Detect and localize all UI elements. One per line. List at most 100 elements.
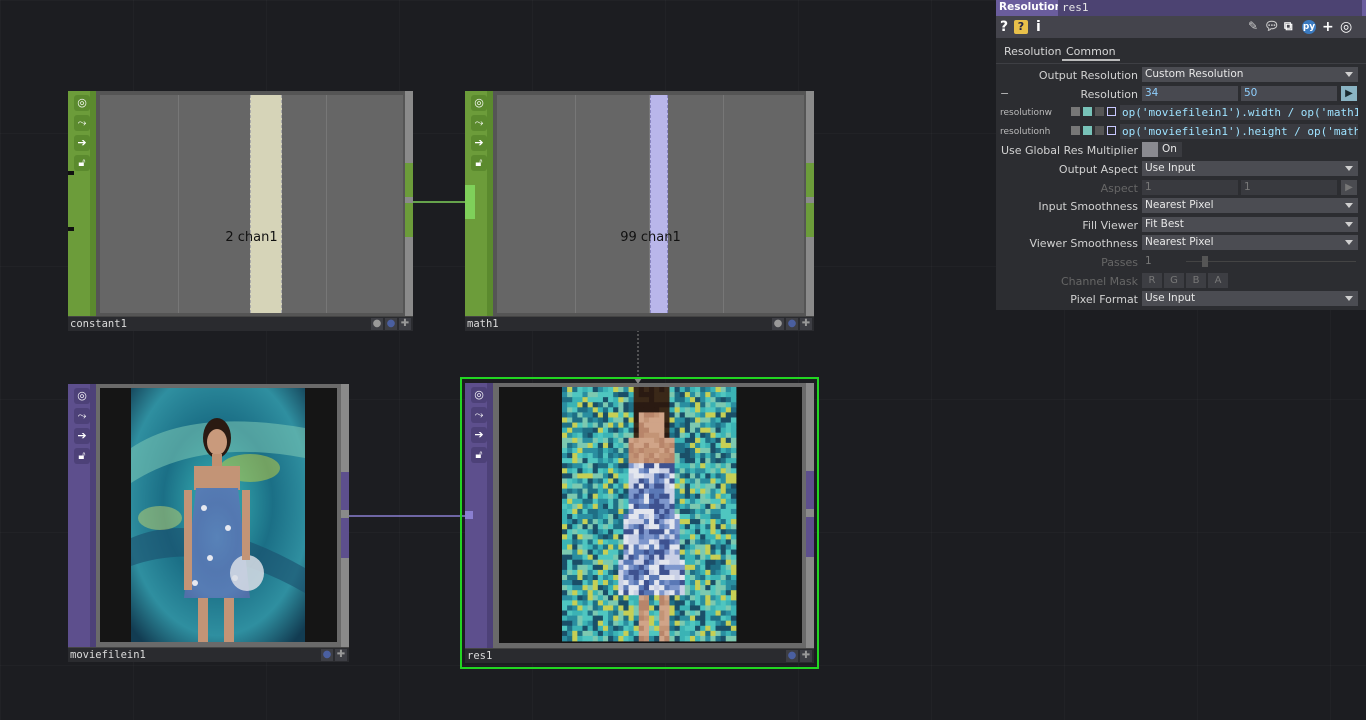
- operator-name-field[interactable]: res1: [1058, 0, 1362, 16]
- pixel-format-dropdown[interactable]: Use Input: [1142, 291, 1358, 306]
- mode-icon[interactable]: [1107, 107, 1116, 116]
- expand-icon[interactable]: ✚: [800, 650, 812, 662]
- viewer-smoothness-dropdown[interactable]: Nearest Pixel: [1142, 235, 1358, 250]
- viewer-active-icon[interactable]: ●: [786, 318, 798, 330]
- play-icon[interactable]: ▶: [1341, 180, 1357, 195]
- aspect-1-field[interactable]: 1: [1142, 180, 1238, 195]
- node-name[interactable]: math1: [467, 317, 499, 331]
- mask-r-button[interactable]: R: [1142, 273, 1162, 288]
- param-pixel-format: Pixel Format Use Input: [996, 290, 1366, 308]
- output-connector[interactable]: [806, 471, 814, 509]
- mask-b-button[interactable]: B: [1186, 273, 1206, 288]
- mode-icon[interactable]: [1083, 107, 1092, 116]
- mode-icon[interactable]: [1083, 126, 1092, 135]
- mode-icon[interactable]: [1095, 126, 1104, 135]
- param-global-res: Use Global Res Multiplier On: [996, 141, 1366, 159]
- output-connector[interactable]: [806, 203, 814, 237]
- viewer-toggle-icon[interactable]: ◎: [74, 388, 90, 404]
- collapse-icon[interactable]: −: [1000, 87, 1009, 100]
- viewer-toggle-icon[interactable]: ◎: [471, 95, 487, 111]
- python-icon[interactable]: py: [1302, 20, 1316, 34]
- param-resolutionh: resolutionh op('moviefilein1').height / …: [1000, 124, 1358, 139]
- cook-icon[interactable]: ●: [371, 318, 383, 330]
- output-connector[interactable]: [341, 518, 349, 558]
- comment-icon[interactable]: 💬︎: [1264, 19, 1279, 33]
- display-flag-icon[interactable]: ➔: [74, 428, 90, 444]
- display-flag-icon[interactable]: ➔: [471, 427, 487, 443]
- node-constant1[interactable]: ◎ ⤳ ➔ 🔓︎ 2 chan1 constant1 ● ● ✚: [68, 91, 413, 331]
- lock-icon[interactable]: 🔓︎: [471, 447, 487, 463]
- viewer-active-icon[interactable]: ●: [321, 649, 333, 661]
- node-res1[interactable]: ◎ ⤳ ➔ 🔓︎ res1 ● ✚: [460, 377, 819, 669]
- mode-icon[interactable]: [1071, 107, 1080, 116]
- help-icon[interactable]: ?: [1000, 19, 1008, 35]
- add-icon[interactable]: +: [1322, 19, 1334, 35]
- node-math1[interactable]: ◎ ⤳ ➔ 🔓︎ 99 chan1 math1 ● ● ✚: [465, 91, 814, 331]
- output-aspect-dropdown[interactable]: Use Input: [1142, 161, 1358, 176]
- passes-field[interactable]: 1: [1142, 254, 1182, 269]
- mode-icon[interactable]: [1071, 126, 1080, 135]
- lock-icon[interactable]: 🔓︎: [74, 448, 90, 464]
- tab-common[interactable]: Common: [1062, 45, 1120, 61]
- output-connector[interactable]: [405, 203, 413, 237]
- resolutionh-expression[interactable]: op('moviefilein1').height / op('math: [1120, 124, 1358, 139]
- chop-viewer[interactable]: 99 chan1: [497, 95, 804, 313]
- cook-icon[interactable]: ●: [772, 318, 784, 330]
- global-res-toggle[interactable]: On: [1142, 142, 1182, 157]
- target-icon[interactable]: ◎: [1340, 19, 1352, 35]
- node-footer: moviefilein1 ● ✚: [68, 647, 349, 662]
- viewer-toggle-icon[interactable]: ◎: [74, 95, 90, 111]
- movie-image: [131, 388, 305, 642]
- output-resolution-dropdown[interactable]: Custom Resolution: [1142, 67, 1358, 82]
- aspect-2-field[interactable]: 1: [1241, 180, 1337, 195]
- resolutionw-expression[interactable]: op('moviefilein1').width / op('math1: [1120, 105, 1358, 120]
- mode-icon[interactable]: [1107, 126, 1116, 135]
- bypass-icon[interactable]: ⤳: [471, 115, 487, 131]
- info-icon[interactable]: i: [1036, 19, 1041, 35]
- chop-viewer[interactable]: 2 chan1: [100, 95, 403, 313]
- resolution-h-field[interactable]: 50: [1241, 86, 1337, 101]
- display-flag-icon[interactable]: ➔: [471, 135, 487, 151]
- output-connector[interactable]: [806, 163, 814, 197]
- input-connector[interactable]: [465, 511, 473, 519]
- param-resolution: − Resolution 34 50 ▶: [996, 85, 1366, 103]
- input-connector[interactable]: [465, 185, 475, 219]
- lock-icon[interactable]: 🔓︎: [74, 155, 90, 171]
- edit-icon[interactable]: ✎: [1248, 19, 1258, 33]
- mask-a-button[interactable]: A: [1208, 273, 1228, 288]
- bypass-icon[interactable]: ⤳: [74, 408, 90, 424]
- tab-resolution[interactable]: Resolution: [1000, 45, 1065, 58]
- expand-icon[interactable]: ✚: [399, 318, 411, 330]
- node-moviefilein1[interactable]: ◎ ⤳ ➔ 🔓︎ moviefilein1 ● ✚: [68, 384, 349, 662]
- display-flag-icon[interactable]: ➔: [74, 135, 90, 151]
- output-connector[interactable]: [806, 517, 814, 557]
- play-icon[interactable]: ▶: [1341, 86, 1357, 101]
- bypass-icon[interactable]: ⤳: [471, 407, 487, 423]
- node-footer: constant1 ● ● ✚: [68, 316, 413, 331]
- bypass-icon[interactable]: ⤳: [74, 115, 90, 131]
- channel-bar: [250, 95, 282, 313]
- clone-icon[interactable]: ⧉: [1284, 19, 1293, 34]
- output-connector[interactable]: [341, 472, 349, 510]
- lock-icon[interactable]: 🔓︎: [471, 155, 487, 171]
- viewer-active-icon[interactable]: ●: [786, 650, 798, 662]
- mask-g-button[interactable]: G: [1164, 273, 1184, 288]
- node-name[interactable]: moviefilein1: [70, 648, 146, 662]
- output-connector[interactable]: [405, 163, 413, 197]
- expand-icon[interactable]: ✚: [335, 649, 347, 661]
- node-name[interactable]: constant1: [70, 317, 127, 331]
- python-help-icon[interactable]: ?: [1014, 20, 1028, 34]
- input-smoothness-dropdown[interactable]: Nearest Pixel: [1142, 198, 1358, 213]
- node-name[interactable]: res1: [467, 649, 492, 663]
- mode-icon[interactable]: [1095, 107, 1104, 116]
- input-marker: [68, 227, 74, 231]
- viewer-active-icon[interactable]: ●: [385, 318, 397, 330]
- fill-viewer-dropdown[interactable]: Fit Best: [1142, 217, 1358, 232]
- expand-icon[interactable]: ✚: [800, 318, 812, 330]
- passes-slider[interactable]: [1186, 256, 1356, 267]
- image-viewer[interactable]: [499, 387, 802, 643]
- channel-label: 2 chan1: [225, 230, 278, 245]
- viewer-toggle-icon[interactable]: ◎: [471, 387, 487, 403]
- image-viewer[interactable]: [100, 388, 337, 642]
- resolution-w-field[interactable]: 34: [1142, 86, 1238, 101]
